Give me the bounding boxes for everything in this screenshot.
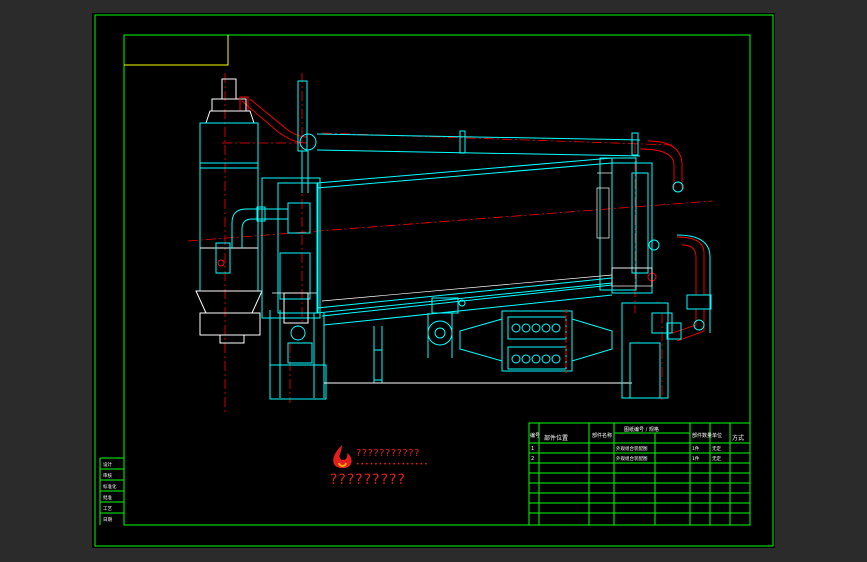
flame-logo-icon xyxy=(333,445,352,469)
title-block-header: 编号 xyxy=(530,432,540,439)
brand-name-text: ????????? xyxy=(330,472,406,488)
left-strip: 设计 审核 标准化 批准 工艺 日期 xyxy=(99,457,125,525)
title-block-cell: 外观组合装配图 xyxy=(616,445,648,452)
top-left-label-box xyxy=(124,35,229,66)
title-block-header: 图纸编号 / 规格 xyxy=(624,426,659,433)
white-detail-lines xyxy=(272,172,653,302)
title-block-cell: 无定 xyxy=(712,445,721,452)
left-strip-label: 标准化 xyxy=(103,483,117,490)
feeder-chamber xyxy=(427,297,613,375)
title-block-cell: 无定 xyxy=(712,455,721,462)
left-strip-label: 审核 xyxy=(103,472,112,479)
sheet-inner-frame xyxy=(123,34,751,526)
top-duct xyxy=(299,130,684,193)
title-block-cell: 1 xyxy=(531,446,534,452)
left-strip-label: 日期 xyxy=(103,517,112,523)
title-block-header: 方式 xyxy=(732,434,744,442)
cad-drawing-sheet: 设计 审核 标准化 批准 工艺 日期 编号 部件位置 部件名称 图纸编号 / 规… xyxy=(92,13,775,548)
title-block-header: 单位 xyxy=(712,432,722,439)
title-block-header: 部件数量 xyxy=(692,432,712,439)
title-block: 编号 部件位置 部件名称 图纸编号 / 规格 部件数量 单位 方式 1 外观组合… xyxy=(528,422,751,526)
left-column-unit xyxy=(195,78,263,344)
cad-drawing-canvas: 设计 审核 标准化 批准 工艺 日期 编号 部件位置 部件名称 图纸编号 / 规… xyxy=(94,14,774,547)
left-strip-label: 工艺 xyxy=(103,506,112,512)
burner-motor xyxy=(279,252,313,364)
brand-code-text: ??????????? xyxy=(356,448,420,459)
left-strip-label: 设计 xyxy=(103,461,112,468)
title-block-cell: 1件 xyxy=(692,455,700,462)
brand-sub-text: •••••••••••••••• xyxy=(356,461,429,468)
dryer-assembly-drawing xyxy=(187,73,713,413)
right-hot-pipe xyxy=(671,236,705,342)
title-block-cell: 外观组合装配图 xyxy=(616,455,648,462)
title-block-cell: 2 xyxy=(531,456,534,462)
title-block-header: 部件名称 xyxy=(592,432,612,439)
title-block-cell: 1件 xyxy=(692,445,700,452)
center-lines xyxy=(187,73,713,413)
left-elbow-duct xyxy=(231,202,311,248)
brand-logo xyxy=(330,443,354,471)
left-strip-label: 批准 xyxy=(103,494,112,501)
title-block-header: 部件位置 xyxy=(544,434,568,442)
sheet-outer-border xyxy=(94,14,774,547)
